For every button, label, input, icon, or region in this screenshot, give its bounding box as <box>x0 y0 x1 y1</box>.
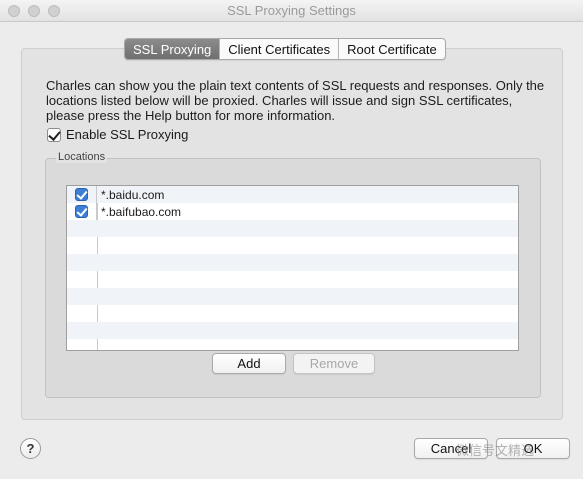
tab-root-certificate[interactable]: Root Certificate <box>339 39 445 59</box>
tab-bar: SSL Proxying Client Certificates Root Ce… <box>124 38 446 60</box>
empty-row <box>67 271 518 288</box>
enable-ssl-proxying-label: Enable SSL Proxying <box>66 127 189 142</box>
watermark-text: 微信号文精选 <box>456 443 535 458</box>
checkmark-icon[interactable] <box>47 127 61 142</box>
description-text: Charles can show you the plain text cont… <box>46 78 545 123</box>
empty-row <box>67 220 518 237</box>
location-row[interactable]: *.baifubao.com <box>67 203 518 220</box>
locations-list[interactable]: *.baidu.com *.baifubao.com <box>66 185 519 351</box>
location-enabled-checkbox[interactable] <box>75 205 88 218</box>
empty-row <box>67 254 518 271</box>
tab-ssl-proxying[interactable]: SSL Proxying <box>125 39 221 59</box>
empty-row <box>67 288 518 305</box>
add-button[interactable]: Add <box>212 353 286 374</box>
enable-ssl-proxying-checkbox[interactable]: Enable SSL Proxying <box>47 127 188 142</box>
location-host: *.baifubao.com <box>101 204 182 219</box>
empty-row <box>67 339 518 350</box>
location-enabled-checkbox[interactable] <box>75 188 88 201</box>
location-row[interactable]: *.baidu.com <box>67 186 518 203</box>
remove-button[interactable]: Remove <box>293 353 375 374</box>
help-button[interactable]: ? <box>20 438 41 459</box>
empty-row <box>67 322 518 339</box>
empty-row <box>67 305 518 322</box>
window-title: SSL Proxying Settings <box>227 3 356 18</box>
empty-row <box>67 237 518 254</box>
title-bar: SSL Proxying Settings <box>0 0 583 22</box>
tab-client-certificates[interactable]: Client Certificates <box>220 39 340 59</box>
location-host: *.baidu.com <box>101 187 165 202</box>
locations-group-label: Locations <box>56 151 108 163</box>
